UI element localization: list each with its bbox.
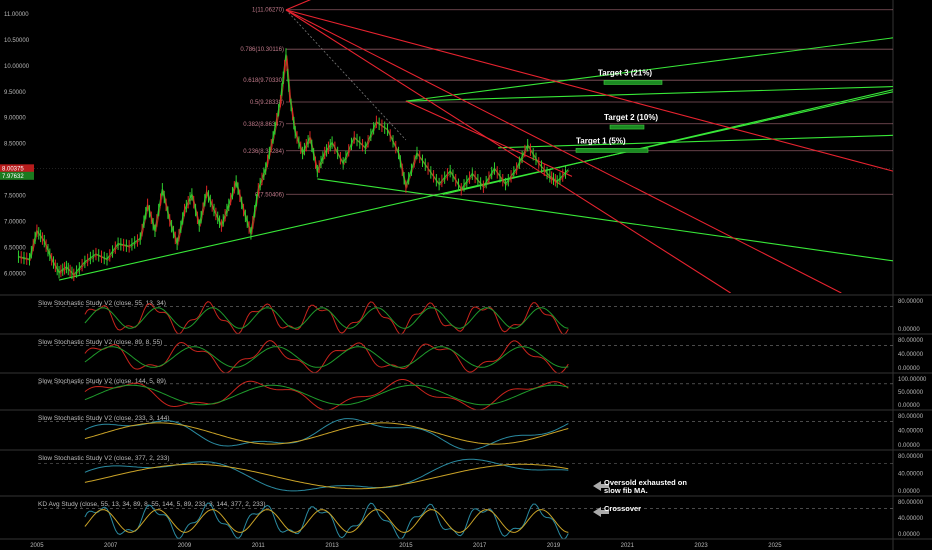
oscillator-tick: 100.00000: [898, 377, 927, 383]
oscillator-panes: Slow Stochastic Study V2 (close, 55, 13,…: [0, 294, 932, 540]
time-tick-label: 2017: [473, 543, 487, 549]
oscillator-label: Slow Stochastic Study V2 (close, 89, 8, …: [38, 339, 162, 346]
time-tick-label: 2007: [104, 543, 118, 549]
oscillator-tick: 80.00000: [898, 500, 924, 506]
price-tick-label: 8.50000: [4, 142, 26, 148]
oscillator-d-line: [84, 463, 569, 490]
trend-line-red: [285, 9, 842, 293]
price-tick-label: 9.50000: [4, 90, 26, 96]
oscillator-k-line: [84, 458, 569, 492]
price-pane: 11.00000 10.50000 10.00000 9.50000 9.00000 8.…: [0, 0, 894, 550]
time-tick-label: 2013: [325, 543, 339, 549]
oscillator-pane: Slow Stochastic Study V2 (close, 233, 3,…: [0, 409, 932, 451]
trend-line-green: [442, 89, 893, 196]
trend-line-green: [405, 86, 893, 102]
time-tick-label: 2021: [621, 543, 635, 549]
oscillator-tick: 80.00000: [898, 454, 924, 460]
oscillator-tick: 50.00000: [898, 390, 924, 396]
oscillator-pane: Slow Stochastic Study V2 (close, 144, 5,…: [0, 372, 932, 411]
oscillator-pane: KD Avg Study (close, 55, 13, 34, 89, 8, …: [0, 495, 932, 540]
target-label: Target 2 (10%): [604, 113, 658, 122]
trend-lines: [17, 0, 893, 293]
oscillator-tick: 80.00000: [898, 299, 924, 305]
fib-level-label: 0(7.50406): [255, 192, 284, 198]
price-tick-label: 10.00000: [4, 64, 30, 70]
time-tick-label: 2005: [30, 543, 44, 549]
oscillator-pane: Slow Stochastic Study V2 (close, 89, 8, …: [0, 333, 932, 374]
oscillator-tick: 80.00000: [898, 338, 924, 344]
target-box: [575, 148, 649, 153]
price-tick-label: 10.50000: [4, 38, 30, 44]
price-tick-label: 6.00000: [4, 271, 26, 277]
time-tick-label: 2011: [252, 543, 266, 549]
oscillator-tick: 0.00000: [898, 327, 920, 333]
time-tick-label: 2019: [547, 543, 561, 549]
fib-level-label: 0.382(8.86347): [243, 122, 284, 128]
fib-level-label: 0.618(9.70330): [243, 78, 284, 84]
target-box: [609, 124, 645, 130]
target-label: Target 3 (21%): [598, 68, 652, 77]
oscillator-label: Slow Stochastic Study V2 (close, 233, 3,…: [38, 415, 170, 422]
trend-line-red: [285, 9, 731, 293]
price-tick-label: 9.00000: [4, 116, 26, 122]
time-tick-label: 2015: [399, 543, 413, 549]
oscillator-tick: 40.00000: [898, 352, 924, 358]
oscillator-tick: 0.00000: [898, 403, 920, 409]
target-box: [603, 80, 663, 85]
oscillator-tick: 40.00000: [898, 516, 924, 522]
price-label-red: 8.00375: [2, 166, 24, 172]
price-tick-label: 7.50000: [4, 193, 26, 199]
time-tick-label: 2025: [768, 543, 782, 549]
annotation-text: slow fib MA.: [604, 486, 648, 495]
time-tick-label: 2009: [178, 543, 192, 549]
trend-line-red: [285, 9, 893, 172]
oscillator-tick: 0.00000: [898, 443, 920, 449]
annotation-text: Crossover: [604, 504, 641, 513]
price-tick-label: 7.00000: [4, 219, 26, 225]
trend-line-green: [498, 134, 893, 149]
oscillator-tick: 0.00000: [898, 532, 920, 538]
oscillator-tick: 40.00000: [898, 429, 924, 435]
trend-line-red: [285, 0, 312, 11]
price-tick-label: 11.00000: [4, 12, 29, 18]
oscillator-pane: Slow Stochastic Study V2 (close, 55, 13,…: [0, 294, 932, 335]
trend-line-green: [317, 178, 893, 262]
oscillator-tick: 0.00000: [898, 366, 920, 372]
chart: 11.00000 10.50000 10.00000 9.50000 9.00000 8.…: [0, 0, 932, 550]
oscillator-pane: Slow Stochastic Study V2 (close, 377, 2,…: [0, 449, 932, 495]
price-tick-label: 6.50000: [4, 245, 26, 251]
price-label-green: 7.97632: [2, 174, 24, 180]
target-label: Target 1 (5%): [576, 136, 626, 145]
oscillator-tick: 80.00000: [898, 414, 924, 420]
price-line: [18, 54, 569, 276]
time-tick-label: 2023: [694, 543, 708, 549]
price-line-shadow: [19, 55, 570, 277]
oscillator-d-line: [84, 384, 569, 406]
trend-line-red: [405, 100, 573, 177]
fib-level-label: 1(11.06270): [252, 8, 284, 14]
oscillator-tick: 0.00000: [898, 489, 920, 495]
fib-level-label: 0.786(10.30116): [240, 47, 284, 53]
oscillator-tick: 40.00000: [898, 472, 924, 478]
oscillator-label: Slow Stochastic Study V2 (close, 377, 2,…: [38, 455, 170, 462]
fib-level-label: 0.236(8.34284): [243, 149, 284, 155]
oscillator-d-line: [84, 346, 569, 368]
trend-line-green: [58, 91, 893, 281]
time-axis: 2005 2007 2009 2011 2013 2015 2017 2019 2021 2023…: [0, 538, 932, 549]
